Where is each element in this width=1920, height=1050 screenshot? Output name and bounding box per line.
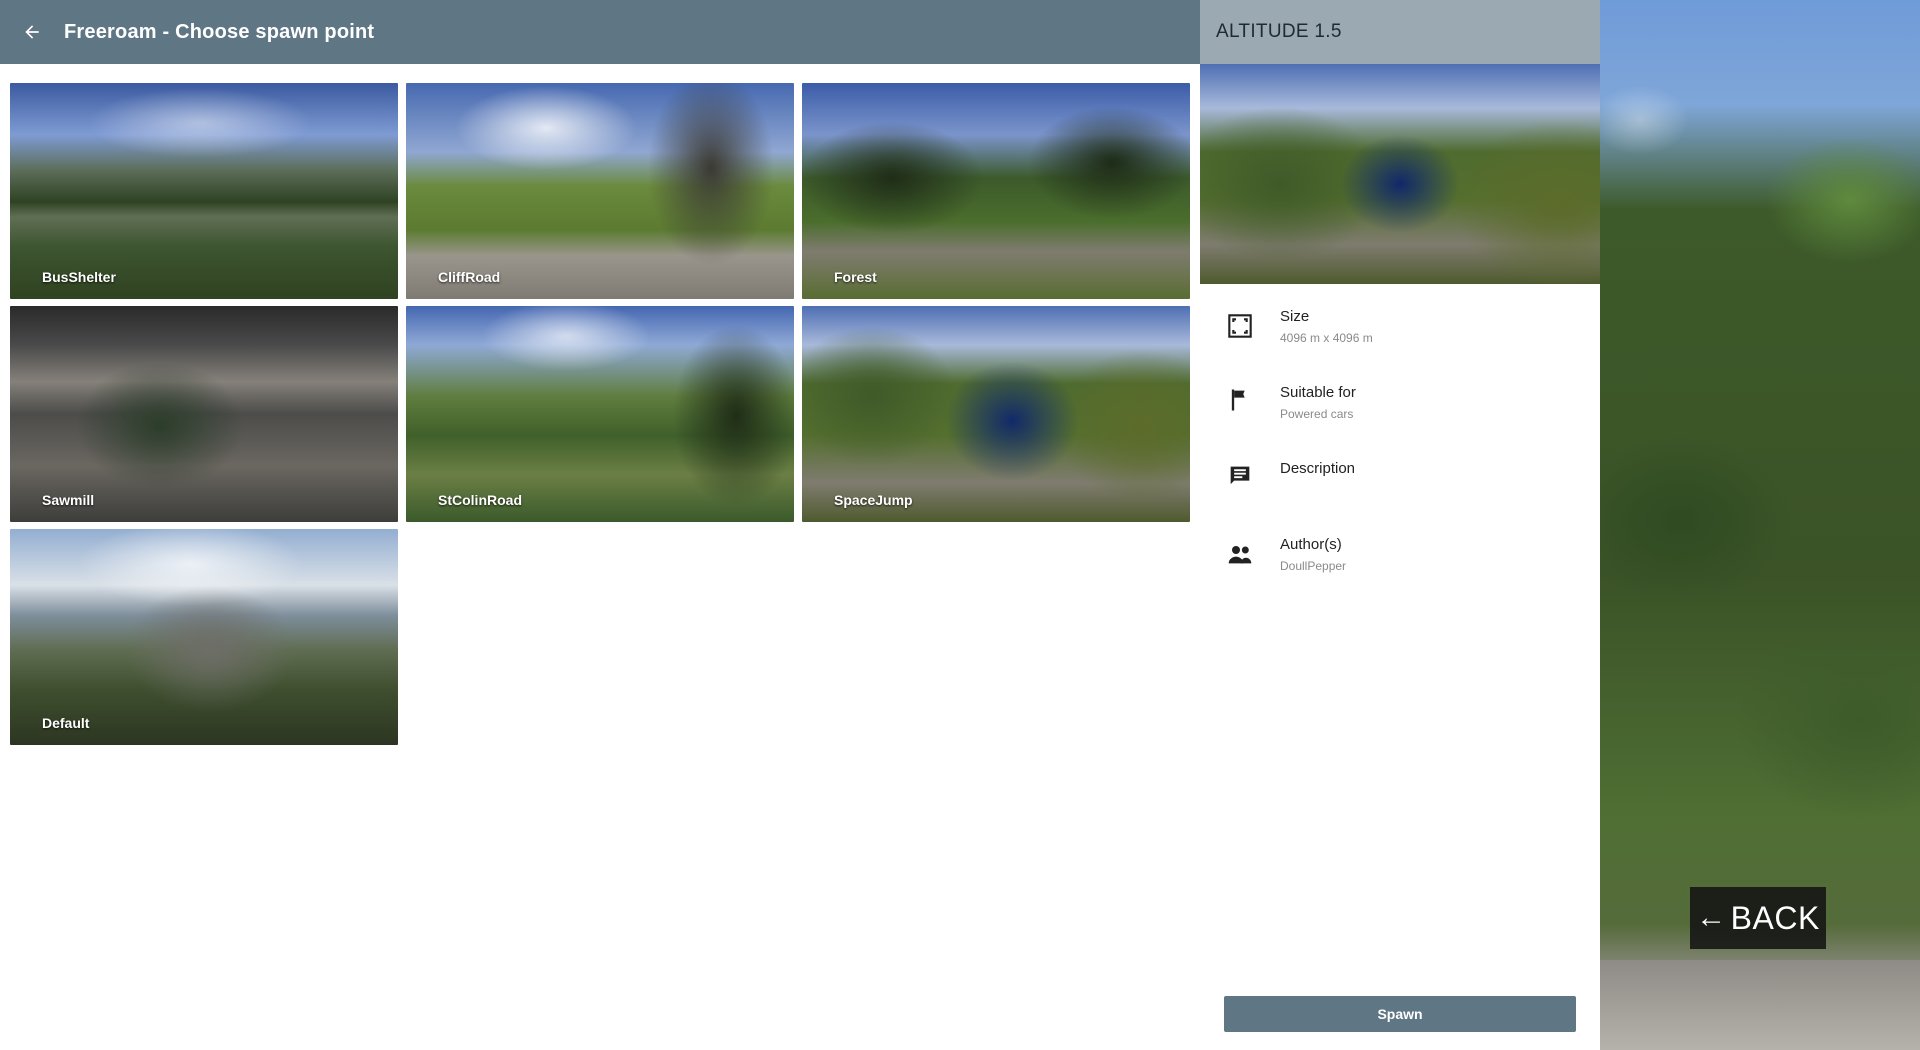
back-arrow-icon[interactable]: [0, 0, 64, 64]
back-button[interactable]: ← BACK: [1690, 887, 1826, 949]
spawn-card-cliffroad[interactable]: CliffRoad: [406, 83, 794, 299]
spawn-card-label: Default: [42, 715, 90, 731]
size-text: Size 4096 m x 4096 m: [1280, 304, 1373, 345]
size-label: Size: [1280, 308, 1310, 325]
suitable-value: Powered cars: [1280, 407, 1354, 421]
spawn-card-busshelter[interactable]: BusShelter: [10, 83, 398, 299]
suitable-label: Suitable for: [1280, 384, 1356, 401]
screen: Freeroam - Choose spawn point BusShelter…: [0, 0, 1920, 1050]
info-row-size: Size 4096 m x 4096 m: [1200, 304, 1600, 380]
size-icon-svg: [1228, 314, 1252, 338]
spawn-card-forest[interactable]: Forest: [802, 83, 1190, 299]
back-arrow-glyph: ←: [1696, 901, 1727, 934]
description-label: Description: [1280, 460, 1356, 477]
spawn-button[interactable]: Spawn: [1224, 996, 1576, 1032]
authors-text: Author(s) DoullPepper: [1280, 532, 1346, 573]
authors-label: Author(s): [1280, 536, 1342, 553]
spawn-card-default[interactable]: Default: [10, 529, 398, 745]
map-title: ALTITUDE 1.5: [1200, 0, 1600, 64]
back-arrow-icon-svg: [25, 25, 39, 39]
spawn-card-label: SpaceJump: [834, 492, 913, 508]
map-info-list: Size 4096 m x 4096 m Suitable for Powere…: [1200, 284, 1600, 608]
suitable-text: Suitable for Powered cars: [1280, 380, 1356, 421]
info-row-authors: Author(s) DoullPepper: [1200, 532, 1600, 608]
authors-icon-svg: [1228, 546, 1252, 564]
spawn-card-stcolinroad[interactable]: StColinRoad: [406, 306, 794, 522]
spawn-selection-panel: Freeroam - Choose spawn point BusShelter…: [0, 0, 1200, 1050]
size-icon: [1200, 304, 1280, 342]
spawn-card-sawmill[interactable]: Sawmill: [10, 306, 398, 522]
info-row-suitable-for: Suitable for Powered cars: [1200, 380, 1600, 456]
spawn-card-label: Forest: [834, 269, 877, 285]
spawn-card-label: CliffRoad: [438, 269, 501, 285]
description-icon: [1200, 456, 1280, 490]
flag-icon-svg: [1231, 389, 1245, 411]
top-app-bar: Freeroam - Choose spawn point: [0, 0, 1200, 64]
size-value: 4096 m x 4096 m: [1280, 331, 1373, 345]
page-title: Freeroam - Choose spawn point: [64, 20, 375, 43]
map-preview-image: [1200, 64, 1600, 284]
spawn-card-spacejump[interactable]: SpaceJump: [802, 306, 1190, 522]
road-background: [1600, 960, 1920, 1050]
authors-icon: [1200, 532, 1280, 570]
flag-icon: [1200, 380, 1280, 414]
spawn-card-label: Sawmill: [42, 492, 95, 508]
info-row-description: Description: [1200, 456, 1600, 532]
description-text: Description: [1280, 456, 1355, 477]
spawn-card-label: StColinRoad: [438, 492, 522, 508]
map-details-panel: ALTITUDE 1.5 Size 4096 m x 4096 m Suitab…: [1200, 0, 1600, 1050]
spawn-card-label: BusShelter: [42, 269, 116, 285]
back-button-label: BACK: [1730, 899, 1820, 936]
description-icon-svg: [1230, 466, 1250, 485]
authors-value: DoullPepper: [1280, 559, 1347, 573]
